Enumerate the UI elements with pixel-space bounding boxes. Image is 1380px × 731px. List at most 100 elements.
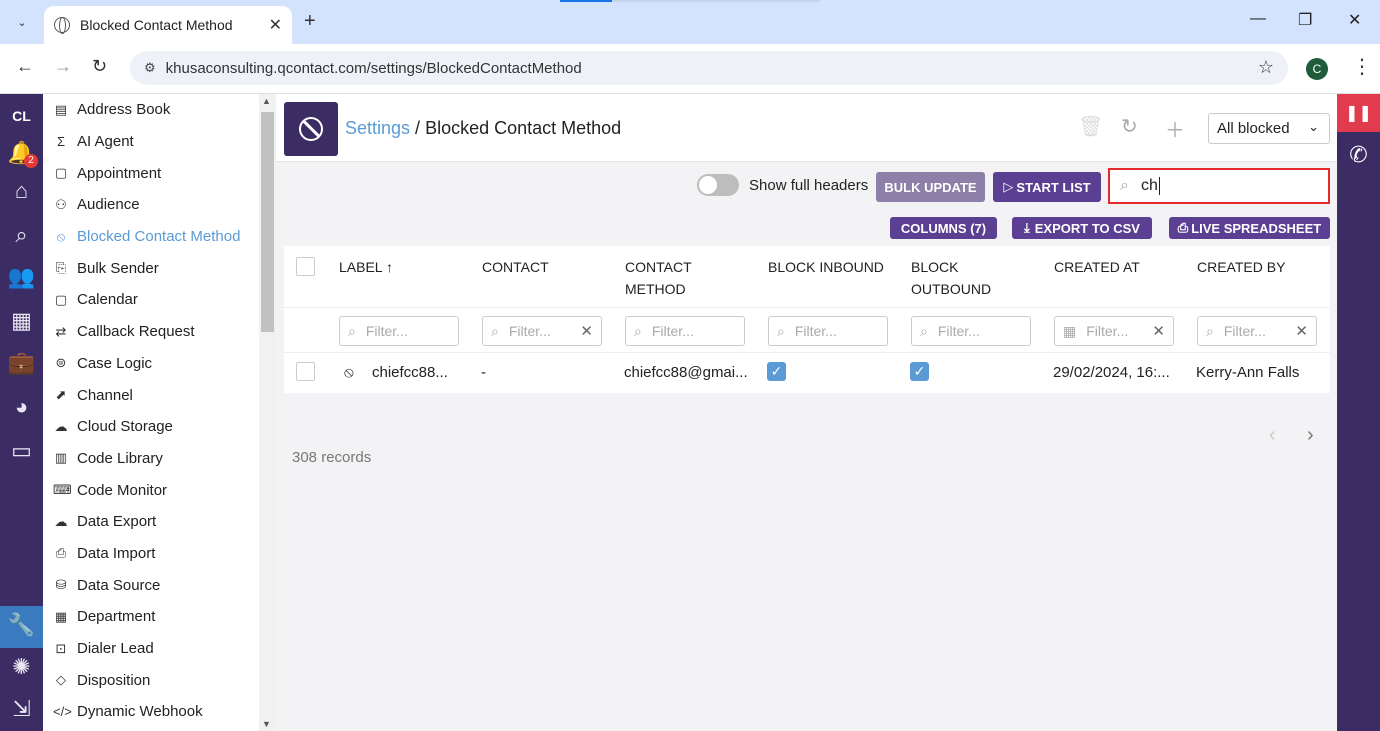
- blocked-filter-select[interactable]: All blocked ⌄: [1208, 113, 1330, 144]
- column-header-created-at[interactable]: CREATED AT: [1054, 256, 1140, 278]
- profile-avatar[interactable]: C: [1306, 58, 1328, 80]
- export-csv-label: EXPORT TO CSV: [1034, 220, 1140, 236]
- block-inbound-filter[interactable]: ⌕ Filter...: [768, 316, 888, 346]
- window-close-icon[interactable]: ✕: [1348, 10, 1361, 30]
- block-outbound-checkbox[interactable]: ✓: [910, 362, 929, 381]
- browser-tab[interactable]: Blocked Contact Method ✕: [44, 6, 292, 44]
- add-icon[interactable]: ＋: [1165, 114, 1185, 143]
- pause-button[interactable]: ❚❚: [1337, 94, 1380, 132]
- menu-item-case-logic[interactable]: ⊜ Case Logic: [43, 348, 259, 380]
- table-row[interactable]: ⦸ chiefcc88... - chiefcc88@gmai... ✓ ✓ 2…: [284, 353, 1330, 393]
- scroll-thumb[interactable]: [261, 112, 274, 332]
- scroll-up-icon[interactable]: ▲: [262, 96, 271, 106]
- building-icon[interactable]: ▦: [0, 308, 43, 334]
- menu-item-calendar[interactable]: ▢ Calendar: [43, 284, 259, 316]
- breadcrumb-settings-link[interactable]: Settings: [345, 118, 410, 138]
- logout-icon[interactable]: ⇲: [0, 696, 43, 722]
- search-input[interactable]: ⌕ ch: [1108, 168, 1330, 204]
- prev-page-icon[interactable]: ‹: [1269, 424, 1276, 447]
- restore-icon[interactable]: ❐: [1298, 10, 1312, 30]
- scroll-down-icon[interactable]: ▼: [262, 719, 271, 729]
- url-bar[interactable]: ⚙ khusaconsulting.qcontact.com/settings/…: [130, 51, 1288, 85]
- select-all-checkbox[interactable]: [296, 257, 315, 276]
- site-settings-icon[interactable]: ⚙: [144, 60, 156, 76]
- column-header-contact[interactable]: CONTACT: [482, 256, 549, 278]
- minimize-icon[interactable]: —: [1250, 10, 1266, 28]
- brand-initials[interactable]: CL: [0, 108, 43, 124]
- search-icon[interactable]: ⌕: [0, 222, 43, 248]
- menu-item-data-import[interactable]: ⎙ Data Import: [43, 538, 259, 570]
- forward-icon[interactable]: →: [54, 56, 72, 77]
- clear-filter-icon[interactable]: ✕: [1295, 322, 1308, 340]
- sigma-icon: Σ: [56, 134, 66, 150]
- phone-icon[interactable]: ✆: [1337, 142, 1380, 168]
- live-spreadsheet-button[interactable]: ⎙ LIVE SPREADSHEET: [1169, 217, 1330, 239]
- settings-menu: ▤ Address Book Σ AI Agent ▢ Appointment ⚇ Audie…: [43, 94, 259, 731]
- wrench-icon[interactable]: 🔧: [0, 612, 43, 638]
- menu-item-dialer-lead[interactable]: ⊡ Dialer Lead: [43, 633, 259, 665]
- row-checkbox[interactable]: [296, 362, 315, 381]
- menu-item-dynamic-webhook[interactable]: </> Dynamic Webhook: [43, 696, 259, 728]
- clear-filter-icon[interactable]: ✕: [580, 322, 593, 340]
- start-list-button[interactable]: ▷ START LIST: [993, 172, 1101, 202]
- bookmark-star-icon[interactable]: ☆: [1258, 57, 1274, 78]
- pie-chart-icon[interactable]: ◕: [0, 394, 43, 420]
- dialer-lead-icon: ⊡: [55, 640, 67, 656]
- users-icon[interactable]: 👥: [0, 264, 43, 290]
- new-tab-button[interactable]: +: [304, 10, 316, 33]
- url-text: khusaconsulting.qcontact.com/settings/Bl…: [165, 59, 582, 77]
- filter-placeholder: Filter...: [1086, 323, 1129, 339]
- export-csv-button[interactable]: ⤓ EXPORT TO CSV: [1012, 217, 1152, 239]
- column-header-block-inbound[interactable]: BLOCK INBOUND: [768, 256, 884, 278]
- menu-scrollbar[interactable]: ▲ ▼: [259, 94, 276, 731]
- label-filter[interactable]: ⌕ Filter...: [339, 316, 459, 346]
- created-by-filter[interactable]: ⌕ Filter... ✕: [1197, 316, 1317, 346]
- column-header-contact-method[interactable]: CONTACT METHOD: [625, 256, 735, 300]
- monitor-icon[interactable]: ▭: [0, 438, 43, 464]
- column-header-created-by[interactable]: CREATED BY: [1197, 256, 1285, 278]
- full-headers-toggle[interactable]: [697, 174, 739, 196]
- menu-item-callback-request[interactable]: ⇄ Callback Request: [43, 316, 259, 348]
- columns-button[interactable]: COLUMNS (7): [890, 217, 997, 239]
- cell-label[interactable]: chiefcc88...: [372, 364, 448, 381]
- refresh-icon[interactable]: ↻: [1121, 114, 1138, 139]
- help-icon[interactable]: ✺: [0, 654, 43, 680]
- menu-item-label: Data Source: [77, 576, 161, 594]
- tab-search-chevron-icon[interactable]: ⌄: [8, 8, 36, 36]
- close-tab-icon[interactable]: ✕: [269, 15, 282, 35]
- created-at-filter[interactable]: ▦ Filter... ✕: [1054, 316, 1174, 346]
- block-inbound-checkbox[interactable]: ✓: [767, 362, 786, 381]
- menu-item-channel[interactable]: ⬈ Channel: [43, 379, 259, 411]
- menu-item-appointment[interactable]: ▢ Appointment: [43, 157, 259, 189]
- contact-method-filter[interactable]: ⌕ Filter...: [625, 316, 745, 346]
- back-icon[interactable]: ←: [16, 56, 34, 77]
- browser-menu-icon[interactable]: ⋮: [1352, 54, 1372, 79]
- block-outbound-filter[interactable]: ⌕ Filter...: [911, 316, 1031, 346]
- menu-item-address-book[interactable]: ▤ Address Book: [43, 94, 259, 126]
- home-icon[interactable]: ⌂: [0, 178, 43, 204]
- menu-item-data-export[interactable]: ☁ Data Export: [43, 506, 259, 538]
- code-library-icon: ▥: [54, 450, 68, 466]
- menu-item-code-library[interactable]: ▥ Code Library: [43, 443, 259, 475]
- menu-item-audience[interactable]: ⚇ Audience: [43, 189, 259, 221]
- trash-icon[interactable]: 🗑: [1078, 114, 1103, 139]
- menu-item-disposition[interactable]: ◇ Disposition: [43, 664, 259, 696]
- calendar-icon: ▦: [1063, 322, 1077, 339]
- right-rail: ❚❚ ✆: [1337, 94, 1380, 731]
- menu-item-cloud-storage[interactable]: ☁ Cloud Storage: [43, 411, 259, 443]
- bulk-update-button[interactable]: BULK UPDATE: [876, 172, 985, 202]
- reload-icon[interactable]: ↻: [92, 56, 107, 77]
- next-page-icon[interactable]: ›: [1307, 424, 1314, 447]
- contact-filter[interactable]: ⌕ Filter... ✕: [482, 316, 602, 346]
- menu-item-bulk-sender[interactable]: ⎘ Bulk Sender: [43, 252, 259, 284]
- menu-item-blocked-contact-method[interactable]: ⦸ Blocked Contact Method: [43, 221, 259, 253]
- clear-filter-icon[interactable]: ✕: [1152, 322, 1165, 340]
- play-icon: ▷: [1003, 179, 1014, 194]
- menu-item-department[interactable]: ▦ Department: [43, 601, 259, 633]
- menu-item-data-source[interactable]: ⛁ Data Source: [43, 569, 259, 601]
- briefcase-icon[interactable]: 💼: [0, 350, 43, 376]
- column-header-block-outbound[interactable]: BLOCK OUTBOUND: [911, 256, 1021, 300]
- column-header-label[interactable]: LABEL ↑: [339, 256, 393, 278]
- menu-item-code-monitor[interactable]: ⌨ Code Monitor: [43, 474, 259, 506]
- menu-item-ai-agent[interactable]: Σ AI Agent: [43, 126, 259, 158]
